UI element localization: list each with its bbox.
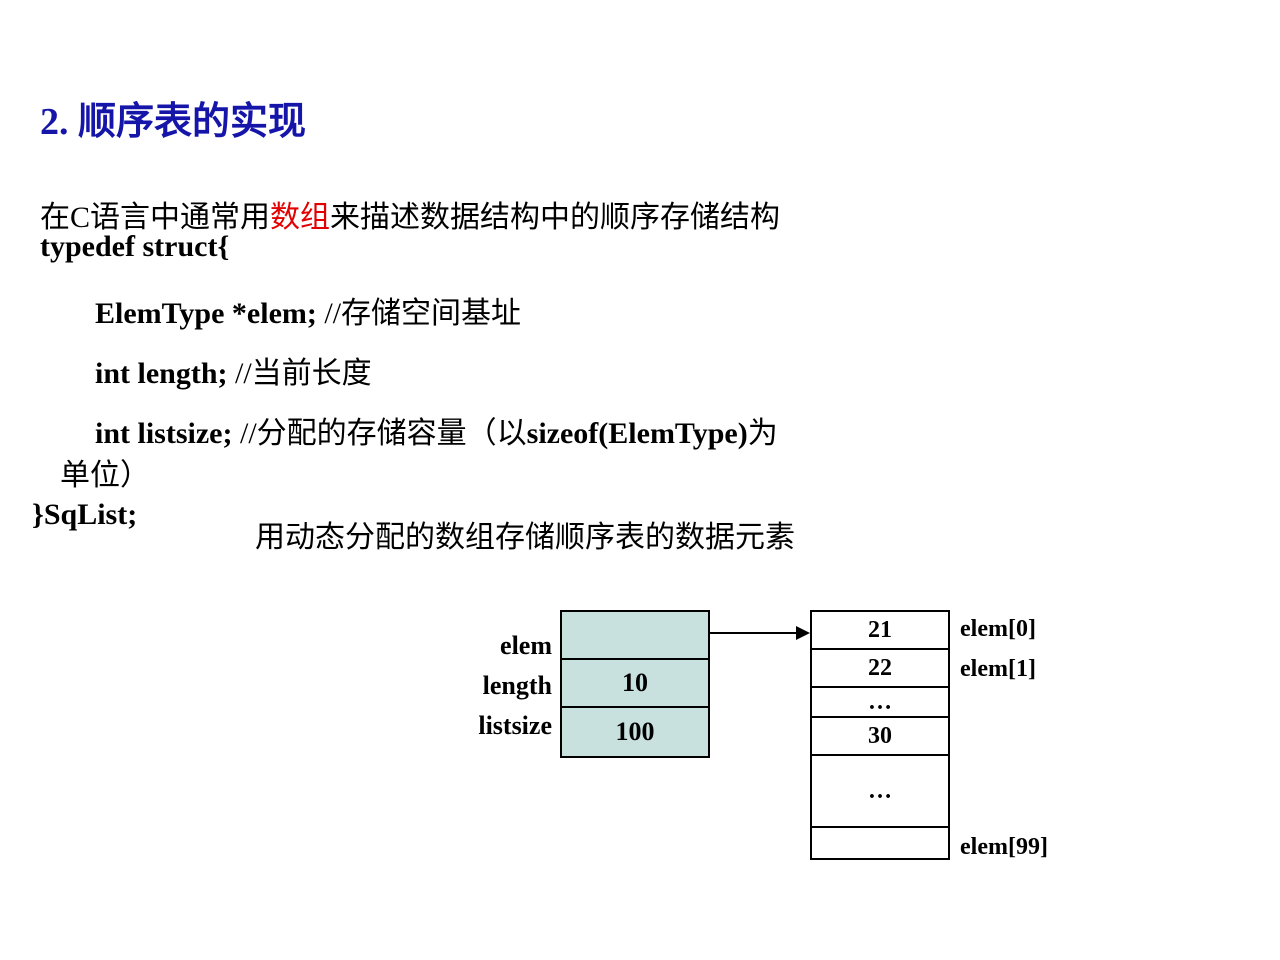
struct-cell-listsize: 100 — [562, 708, 708, 756]
code-l3-bold: int length; — [95, 357, 228, 390]
lbl-length: length — [460, 666, 552, 706]
arr-lbl-99: elem[99] — [960, 834, 1048, 861]
array-cell-dots1: … — [812, 688, 948, 718]
code-l3-cmt: //当前长度 — [228, 357, 372, 390]
lbl-elem: elem — [460, 626, 552, 666]
array-cell-1: 22 — [812, 650, 948, 688]
arr-lbl-1: elem[1] — [960, 656, 1036, 683]
code-line-4: int listsize; //分配的存储容量（以sizeof(ElemType… — [95, 408, 778, 452]
code-l2-bold: ElemType *elem; — [95, 297, 317, 330]
code-l2-cmt: //存储空间基址 — [317, 297, 521, 330]
struct-cell-length: 10 — [562, 660, 708, 708]
intro-after: 来描述数据结构中的顺序存储结构 — [330, 201, 780, 234]
code-l4-sizeof: sizeof(ElemType) — [527, 417, 748, 450]
struct-labels: elem length listsize — [460, 626, 552, 746]
array-cell-30: 30 — [812, 718, 948, 756]
array-box: 21 22 … 30 … — [810, 610, 950, 860]
code-l4-tail: 为 — [748, 417, 778, 450]
subtitle: 用动态分配的数组存储顺序表的数据元素 — [255, 512, 795, 556]
array-cell-dots2: … — [812, 756, 948, 828]
lbl-listsize: listsize — [460, 706, 552, 746]
code-line-4b: 单位） — [60, 450, 150, 494]
section-title: 2. 顺序表的实现 — [40, 90, 306, 145]
code-line-3: int length; //当前长度 — [95, 348, 372, 392]
struct-cell-elem — [562, 612, 708, 660]
intro-highlight: 数组 — [270, 201, 330, 234]
struct-box: 10 100 — [560, 610, 710, 758]
array-cell-0: 21 — [812, 612, 948, 650]
code-line-1: typedef struct{ — [40, 230, 229, 264]
pointer-arrow — [710, 632, 808, 634]
arr-lbl-0: elem[0] — [960, 616, 1036, 643]
code-l4-cmt: //分配的存储容量（以 — [232, 417, 526, 450]
code-line-2: ElemType *elem; //存储空间基址 — [95, 288, 521, 332]
array-cell-last — [812, 828, 948, 858]
code-line-5: }SqList; — [32, 498, 137, 532]
code-l4-bold: int listsize; — [95, 417, 232, 450]
